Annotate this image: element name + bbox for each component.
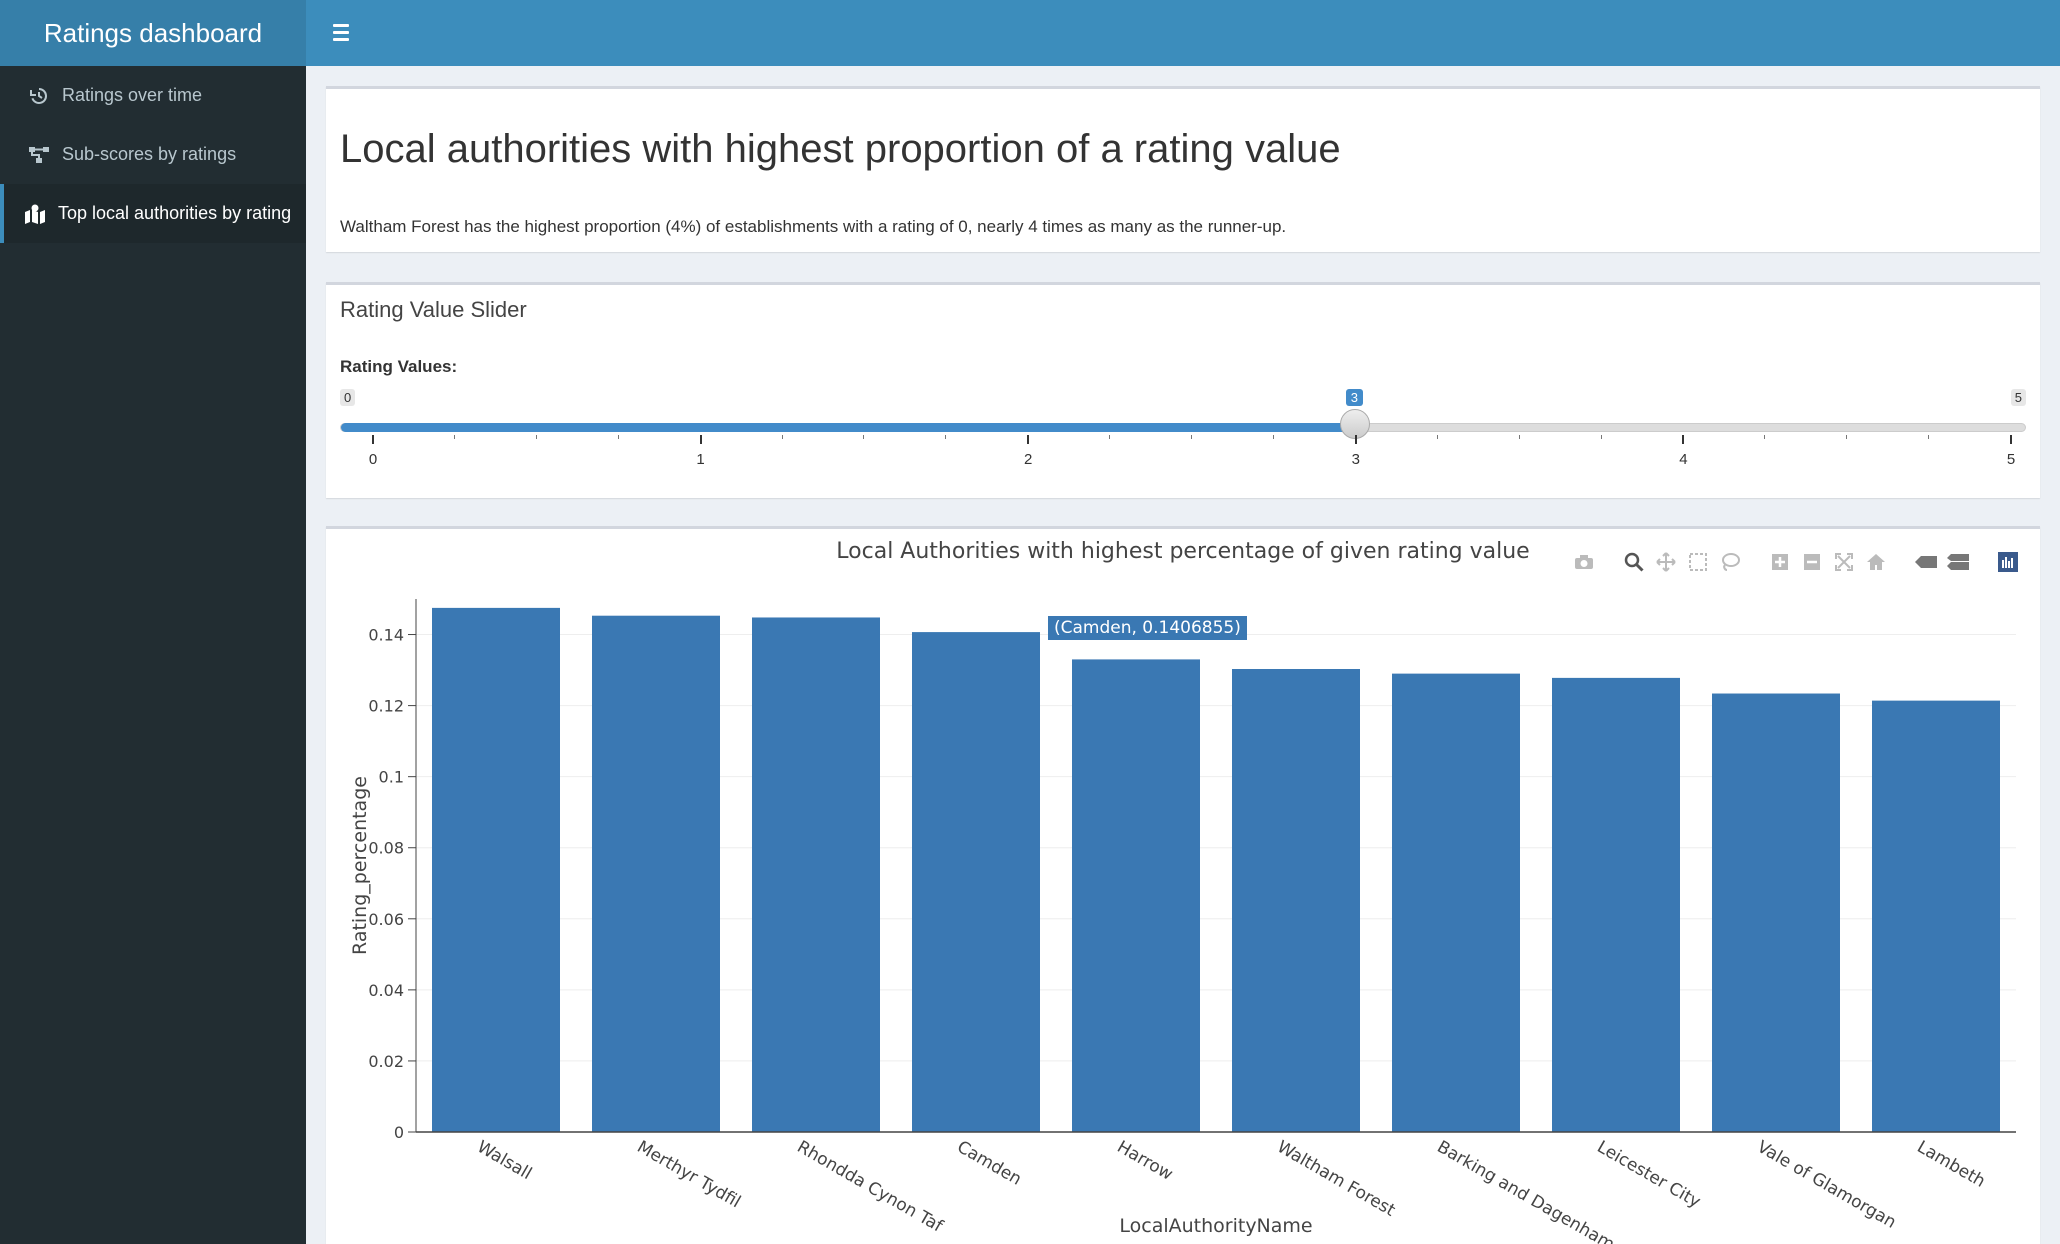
x-axis-title: LocalAuthorityName [1119,1215,1312,1237]
slider-min-label: 0 [340,389,356,406]
slider-minor-tick [781,435,783,439]
slider-minor-tick [945,435,947,439]
bar-vale-of-glamorgan[interactable] [1712,693,1840,1132]
bar-walsall[interactable] [432,607,560,1132]
x-tick-label: Rhondda Cynon Taf [794,1137,947,1237]
slider-major-tick [699,435,702,444]
summary-text: Waltham Forest has the highest proportio… [340,217,1287,236]
bar-waltham-forest[interactable] [1232,669,1360,1132]
slider-minor-tick [1846,435,1848,439]
sidebar-item-label: Top local authorities by rating [58,203,292,223]
slider-minor-tick [453,435,455,439]
slider-box-title: Rating Value Slider [340,297,527,322]
slider-tick-label: 2 [1024,451,1033,468]
slider-box: Rating Value Slider Rating Values: 0 5 3… [326,282,2040,498]
slider-minor-tick [617,435,619,439]
hamburger-icon[interactable] [326,20,356,46]
y-tick-label: 0.12 [368,697,404,716]
x-tick-label: Harrow [1114,1137,1177,1185]
slider-minor-tick [1272,435,1274,439]
history-icon [26,86,52,106]
sidebar-item-ratings-over-time[interactable]: Ratings over time [0,66,306,125]
slider-minor-tick [1600,435,1602,439]
sidebar-item-top-local-authorities[interactable]: Top local authorities by rating [0,184,306,243]
bar-rhondda-cynon-taf[interactable] [752,617,880,1132]
sidebar-item-sub-scores[interactable]: Sub-scores by ratings [0,125,306,184]
y-tick-label: 0.14 [368,626,404,645]
top-navbar [306,0,2060,66]
x-tick-label: Walsall [474,1137,536,1184]
x-tick-label: Barking and Dagenham [1434,1137,1618,1244]
slider-tick-label: 4 [1679,451,1688,468]
y-tick-label: 0.08 [368,839,404,858]
y-tick-label: 0.02 [368,1052,404,1071]
slider-value-label: 3 [1345,389,1364,406]
slider-tick-label: 3 [1351,451,1360,468]
map-marked-icon [22,204,48,224]
bar-camden[interactable] [912,632,1040,1132]
slider-max-label: 5 [2010,389,2026,406]
bar-lambeth[interactable] [1872,700,2000,1132]
main-content: Local authorities with highest proportio… [306,66,2060,1244]
slider-tick-label: 5 [2006,451,2016,468]
slider-major-tick [372,435,374,444]
slider-major-tick [1354,435,1357,444]
sitemap-icon [26,145,52,165]
slider-fill [341,423,1356,432]
slider-major-tick [1682,435,1685,444]
y-tick-label: 0.04 [368,981,404,1000]
y-tick-label: 0.1 [379,768,404,787]
page-title: Local authorities with highest proportio… [340,127,1341,171]
summary-box: Local authorities with highest proportio… [326,86,2040,252]
slider-minor-tick [1518,435,1520,439]
chart-tooltip: (Camden, 0.1406855) [1048,616,1247,641]
bar-leicester-city[interactable] [1552,677,1680,1132]
slider-minor-tick [1436,435,1438,439]
x-tick-label: Merthyr Tydfil [634,1137,744,1212]
slider-minor-tick [1191,435,1192,439]
x-tick-label: Waltham Forest [1274,1137,1399,1221]
slider-minor-tick [863,435,865,439]
slider-major-tick [2010,435,2012,444]
slider-minor-tick [535,435,537,439]
y-axis-title: Rating_percentage [349,776,371,955]
sidebar-item-label: Ratings over time [62,85,203,105]
sidebar-item-label: Sub-scores by ratings [62,144,237,164]
slider-label: Rating Values: [340,357,458,376]
x-tick-label: Lambeth [1914,1137,1989,1192]
bar-harrow[interactable] [1072,659,1200,1132]
rating-slider-track[interactable] [340,423,2026,432]
slider-major-tick [1027,435,1030,444]
slider-minor-tick [1109,435,1111,439]
x-tick-label: Camden [954,1137,1025,1190]
slider-tick-label: 1 [696,451,705,468]
y-tick-label: 0.06 [368,910,404,929]
bar-merthyr-tydfil[interactable] [592,615,720,1132]
x-tick-label: Vale of Glamorgan [1754,1137,1900,1233]
slider-minor-tick [1764,435,1766,439]
sidebar: Ratings over time Sub-scores by ratings … [0,66,306,1244]
app-logo[interactable]: Ratings dashboard [0,0,306,66]
y-tick-label: 0 [394,1123,404,1142]
bar-barking-and-dagenham[interactable] [1392,673,1520,1132]
slider-tick-label: 0 [368,451,378,468]
slider-minor-tick [1928,435,1930,439]
chart-box: Local Authorities with highest percentag… [326,526,2040,1244]
x-tick-label: Leicester City [1594,1137,1704,1212]
